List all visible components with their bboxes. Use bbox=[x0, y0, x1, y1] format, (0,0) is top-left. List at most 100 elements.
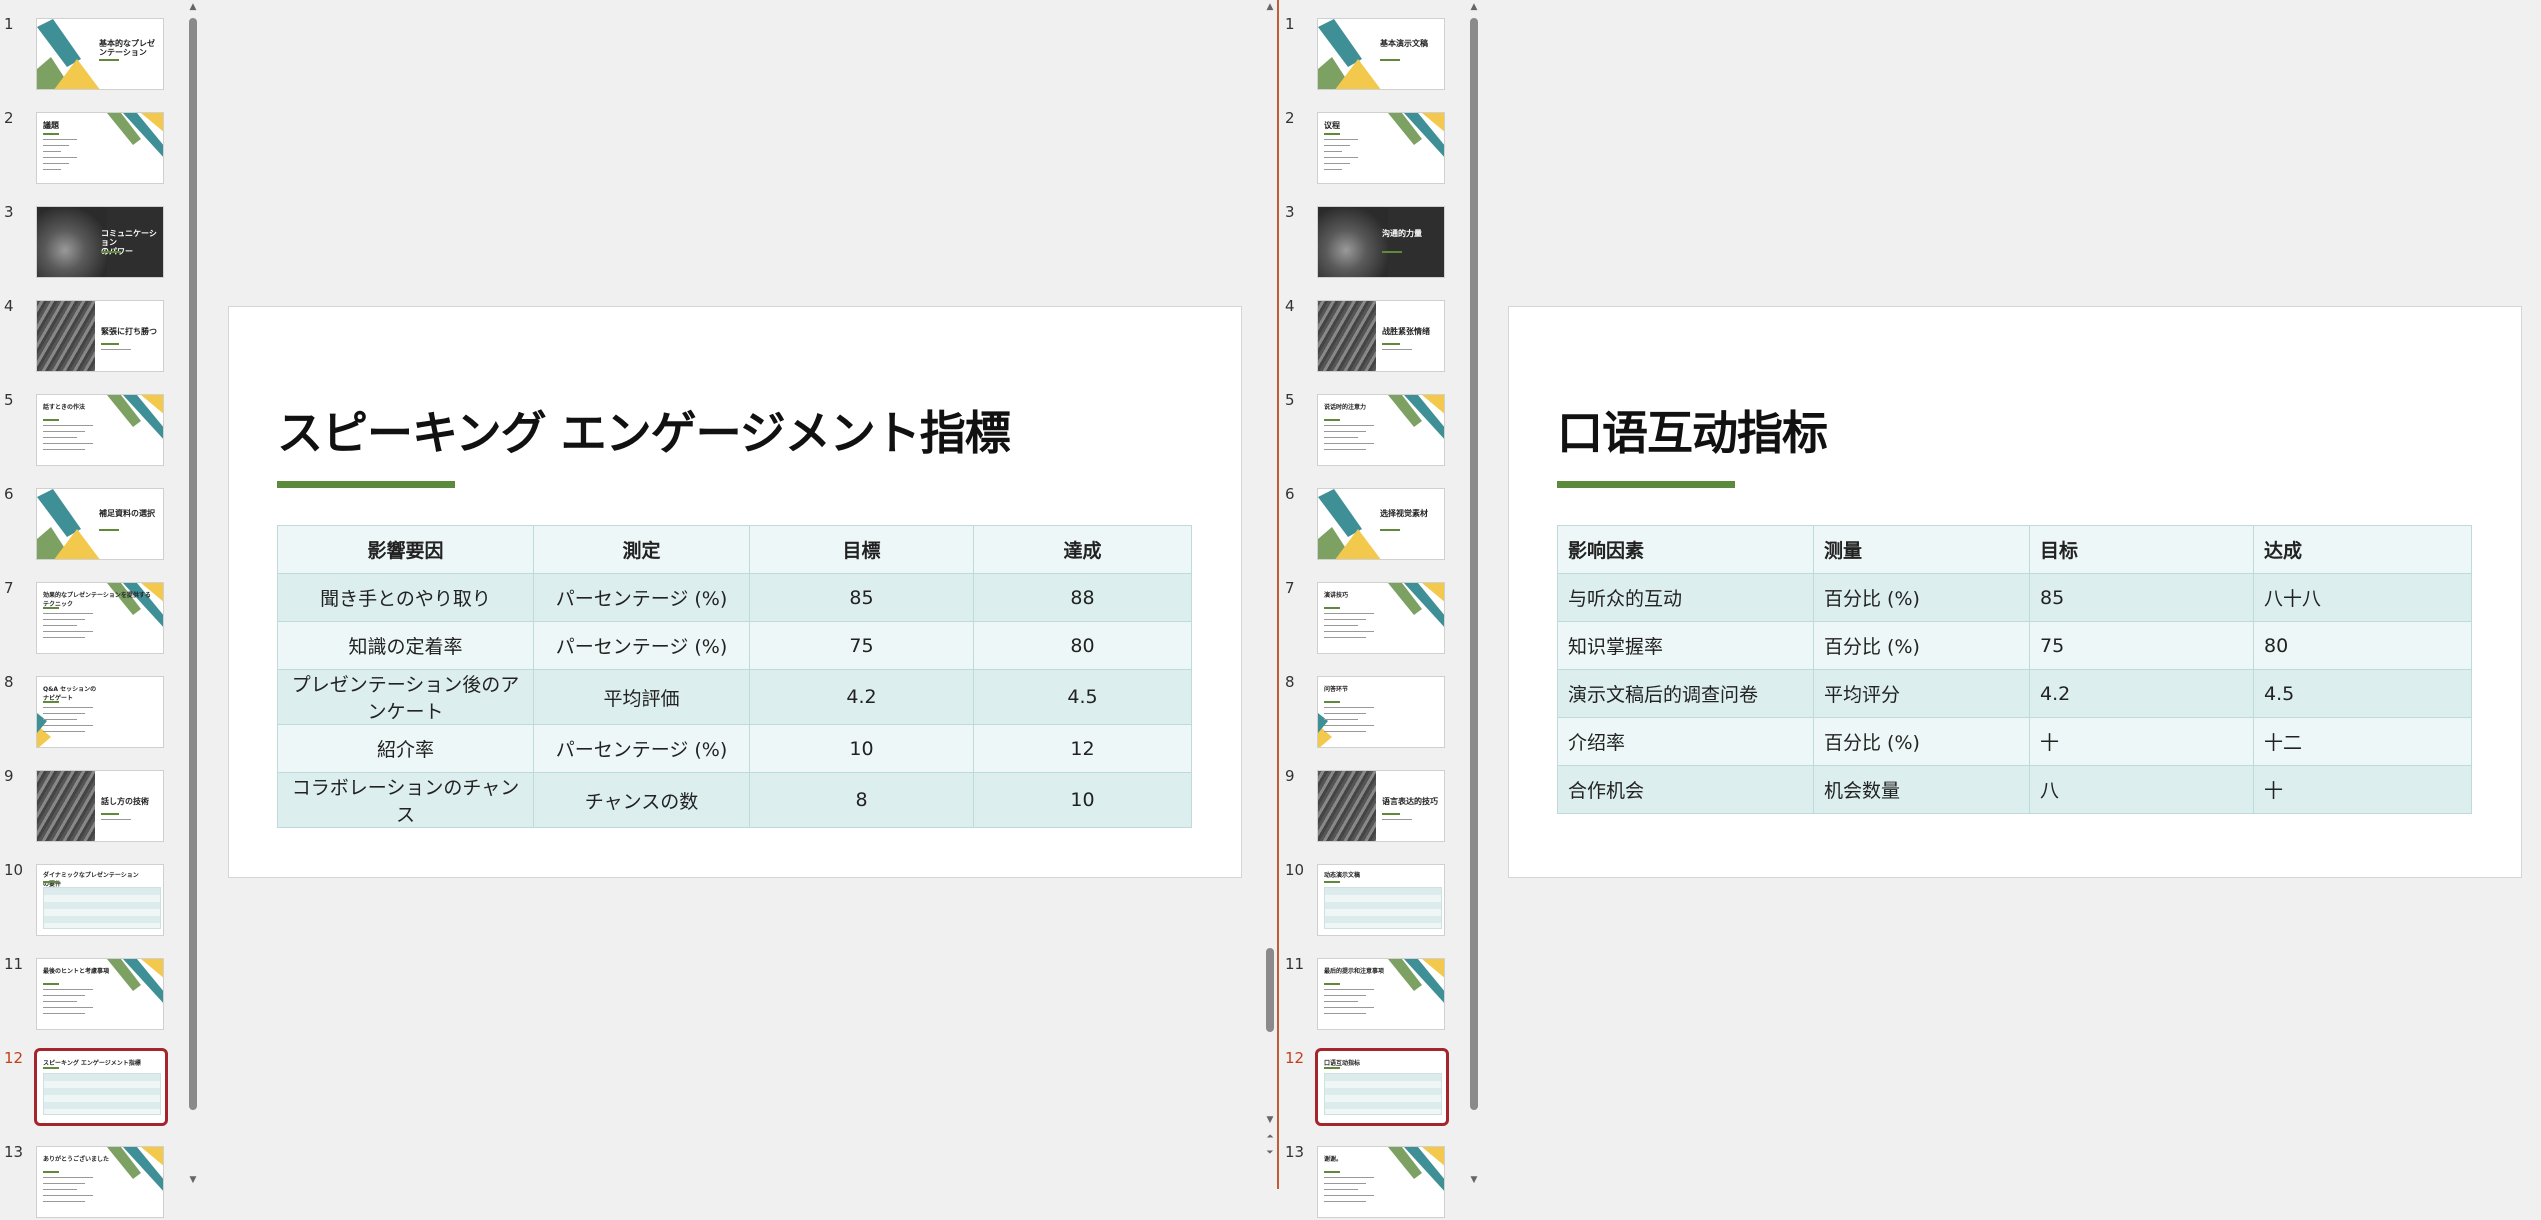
column-header[interactable]: 達成 bbox=[973, 525, 1192, 574]
slide-thumbnail[interactable]: 効果的なプレゼンテーションを提供する テクニック bbox=[36, 582, 164, 654]
thumbnail-slide-13[interactable]: 13 谢谢。 bbox=[1281, 1143, 1451, 1220]
slide-thumbnail[interactable]: 动态演示文稿 bbox=[1317, 864, 1445, 936]
table-cell[interactable]: 机会数量 bbox=[1813, 765, 2030, 814]
slide-thumbnail[interactable]: 基本的なプレゼ ンテーション bbox=[36, 18, 164, 90]
table-row[interactable]: 紹介率 パーセンテージ (%) 10 12 bbox=[277, 724, 1192, 773]
table-cell[interactable]: パーセンテージ (%) bbox=[533, 621, 750, 670]
thumbnail-slide-7[interactable]: 7 効果的なプレゼンテーションを提供する テクニック bbox=[0, 579, 170, 656]
slide-thumbnail[interactable]: 问答环节 bbox=[1317, 676, 1445, 748]
scroll-down-icon[interactable]: ▼ bbox=[1264, 1115, 1276, 1125]
table-cell[interactable]: パーセンテージ (%) bbox=[533, 724, 750, 773]
thumbnail-slide-9[interactable]: 9 話し方の技術 bbox=[0, 767, 170, 844]
table-cell[interactable]: 12 bbox=[973, 724, 1192, 773]
thumbnail-slide-2[interactable]: 2 议程 bbox=[1281, 109, 1451, 186]
slide-thumbnail[interactable]: 战胜紧张情绪 bbox=[1317, 300, 1445, 372]
slide-thumbnail-panel[interactable]: 1 基本的なプレゼ ンテーション 2 議題 3 コミュニケーション のパワー 4 緊張に打ち勝… bbox=[0, 0, 170, 1218]
previous-slide-icon[interactable]: ⏶ bbox=[1264, 1132, 1276, 1142]
table-cell[interactable]: 演示文稿后的调查问卷 bbox=[1557, 669, 1814, 718]
column-header[interactable]: 影響要因 bbox=[277, 525, 534, 574]
table-cell[interactable]: 聞き手とのやり取り bbox=[277, 573, 534, 622]
slide-thumbnail[interactable]: 話すときの作法 bbox=[36, 394, 164, 466]
table-cell[interactable]: 合作机会 bbox=[1557, 765, 1814, 814]
table-cell[interactable]: 10 bbox=[973, 772, 1192, 828]
slide-thumbnail[interactable]: 議題 bbox=[36, 112, 164, 184]
table-cell[interactable]: 10 bbox=[749, 724, 974, 773]
scroll-down-icon[interactable]: ▼ bbox=[187, 1175, 199, 1185]
slide-title[interactable]: 口语互动指标 bbox=[1557, 397, 1828, 463]
table-cell[interactable]: 85 bbox=[2029, 573, 2254, 622]
table-cell[interactable]: 8 bbox=[749, 772, 974, 828]
slide-thumbnail[interactable]: 议程 bbox=[1317, 112, 1445, 184]
table-cell[interactable]: コラボレーションのチャンス bbox=[277, 772, 534, 828]
slide-canvas[interactable]: スピーキング エンゲージメント指標 影響要因 測定 目標 達成 聞き手とのやり取り パー… bbox=[228, 306, 1242, 878]
thumbnail-slide-8[interactable]: 8 问答环节 bbox=[1281, 673, 1451, 750]
table-cell[interactable]: 紹介率 bbox=[277, 724, 534, 773]
slide-editor[interactable]: スピーキング エンゲージメント指標 影響要因 測定 目標 達成 聞き手とのやり取り パー… bbox=[204, 0, 1266, 1189]
table-row[interactable]: 知識の定着率 パーセンテージ (%) 75 80 bbox=[277, 621, 1192, 670]
editor-scrollbar[interactable]: ▲ ▼ ⏶ ⏷ bbox=[1263, 0, 1277, 1189]
table-cell[interactable]: チャンスの数 bbox=[533, 772, 750, 828]
scroll-up-icon[interactable]: ▲ bbox=[1264, 2, 1276, 12]
scroll-up-icon[interactable]: ▲ bbox=[1468, 2, 1480, 12]
table-row[interactable]: 与听众的互动 百分比 (%) 85 八十八 bbox=[1557, 573, 2472, 622]
table-cell[interactable]: 十 bbox=[2029, 717, 2254, 766]
thumbnail-slide-5[interactable]: 5 話すときの作法 bbox=[0, 391, 170, 468]
thumbnail-slide-6[interactable]: 6 補足資料の選択 bbox=[0, 485, 170, 562]
column-header[interactable]: 目标 bbox=[2029, 525, 2254, 574]
thumbnail-slide-1[interactable]: 1 基本演示文稿 bbox=[1281, 15, 1451, 92]
slide-thumbnail[interactable]: スピーキング エンゲージメント指標 bbox=[34, 1048, 168, 1126]
table-cell[interactable]: 4.2 bbox=[2029, 669, 2254, 718]
thumbnail-slide-1[interactable]: 1 基本的なプレゼ ンテーション bbox=[0, 15, 170, 92]
slide-thumbnail[interactable]: 話し方の技術 bbox=[36, 770, 164, 842]
slide-thumbnail[interactable]: 口语互动指标 bbox=[1315, 1048, 1449, 1126]
slide-thumbnail[interactable]: 说话时的注意力 bbox=[1317, 394, 1445, 466]
table-cell[interactable]: 4.2 bbox=[749, 669, 974, 725]
slide-thumbnail[interactable]: 最后的提示和注意事项 bbox=[1317, 958, 1445, 1030]
slide-thumbnail[interactable]: ダイナミックなプレゼンテーション の要件 bbox=[36, 864, 164, 936]
slide-thumbnail[interactable]: コミュニケーション のパワー bbox=[36, 206, 164, 278]
thumbnail-slide-9[interactable]: 9 语言表达的技巧 bbox=[1281, 767, 1451, 844]
thumbnail-slide-3[interactable]: 3 コミュニケーション のパワー bbox=[0, 203, 170, 280]
table-row[interactable]: 演示文稿后的调查问卷 平均评分 4.2 4.5 bbox=[1557, 669, 2472, 718]
thumbnail-scrollbar[interactable]: ▲ ▼ bbox=[186, 0, 200, 1189]
table-cell[interactable]: 4.5 bbox=[2253, 669, 2472, 718]
table-cell[interactable]: プレゼンテーション後のアンケート bbox=[277, 669, 534, 725]
thumbnail-slide-3[interactable]: 3 沟通的力量 bbox=[1281, 203, 1451, 280]
slide-thumbnail[interactable]: 緊張に打ち勝つ bbox=[36, 300, 164, 372]
table-cell[interactable]: 知識の定着率 bbox=[277, 621, 534, 670]
thumbnail-slide-4[interactable]: 4 緊張に打ち勝つ bbox=[0, 297, 170, 374]
table-row[interactable]: 知识掌握率 百分比 (%) 75 80 bbox=[1557, 621, 2472, 670]
thumbnail-slide-8[interactable]: 8 Q&A セッションの ナビゲート bbox=[0, 673, 170, 750]
thumbnail-slide-2[interactable]: 2 議題 bbox=[0, 109, 170, 186]
table-cell[interactable]: 与听众的互动 bbox=[1557, 573, 1814, 622]
column-header[interactable]: 測定 bbox=[533, 525, 750, 574]
thumbnail-slide-6[interactable]: 6 选择视觉素材 bbox=[1281, 485, 1451, 562]
slide-thumbnail[interactable]: 最後のヒントと考慮事項 bbox=[36, 958, 164, 1030]
engagement-metrics-table[interactable]: 影響要因 測定 目標 達成 聞き手とのやり取り パーセンテージ (%) 85 88 知識の定着… bbox=[277, 525, 1192, 828]
table-cell[interactable]: 八十八 bbox=[2253, 573, 2472, 622]
next-slide-icon[interactable]: ⏷ bbox=[1264, 1148, 1276, 1158]
slide-thumbnail[interactable]: 沟通的力量 bbox=[1317, 206, 1445, 278]
thumbnail-slide-4[interactable]: 4 战胜紧张情绪 bbox=[1281, 297, 1451, 374]
thumbnail-slide-11[interactable]: 11 最後のヒントと考慮事項 bbox=[0, 955, 170, 1032]
table-cell[interactable]: 百分比 (%) bbox=[1813, 717, 2030, 766]
table-cell[interactable]: 88 bbox=[973, 573, 1192, 622]
table-cell[interactable]: 十 bbox=[2253, 765, 2472, 814]
scroll-down-icon[interactable]: ▼ bbox=[1468, 1175, 1480, 1185]
slide-thumbnail[interactable]: Q&A セッションの ナビゲート bbox=[36, 676, 164, 748]
thumbnail-slide-13[interactable]: 13 ありがとうございました bbox=[0, 1143, 170, 1220]
slide-thumbnail[interactable]: 補足資料の選択 bbox=[36, 488, 164, 560]
table-cell[interactable]: 80 bbox=[973, 621, 1192, 670]
table-row[interactable]: プレゼンテーション後のアンケート 平均評価 4.2 4.5 bbox=[277, 669, 1192, 725]
table-row[interactable]: 聞き手とのやり取り パーセンテージ (%) 85 88 bbox=[277, 573, 1192, 622]
scrollbar-thumb[interactable] bbox=[189, 18, 197, 1110]
table-cell[interactable]: 百分比 (%) bbox=[1813, 621, 2030, 670]
scrollbar-thumb[interactable] bbox=[1470, 18, 1478, 1110]
thumbnail-slide-5[interactable]: 5 说话时的注意力 bbox=[1281, 391, 1451, 468]
slide-thumbnail[interactable]: 演讲技巧 bbox=[1317, 582, 1445, 654]
thumbnail-slide-12[interactable]: 12 スピーキング エンゲージメント指標 bbox=[0, 1048, 170, 1126]
table-cell[interactable]: 百分比 (%) bbox=[1813, 573, 2030, 622]
table-cell[interactable]: 75 bbox=[749, 621, 974, 670]
column-header[interactable]: 测量 bbox=[1813, 525, 2030, 574]
scrollbar-thumb[interactable] bbox=[1266, 948, 1274, 1032]
